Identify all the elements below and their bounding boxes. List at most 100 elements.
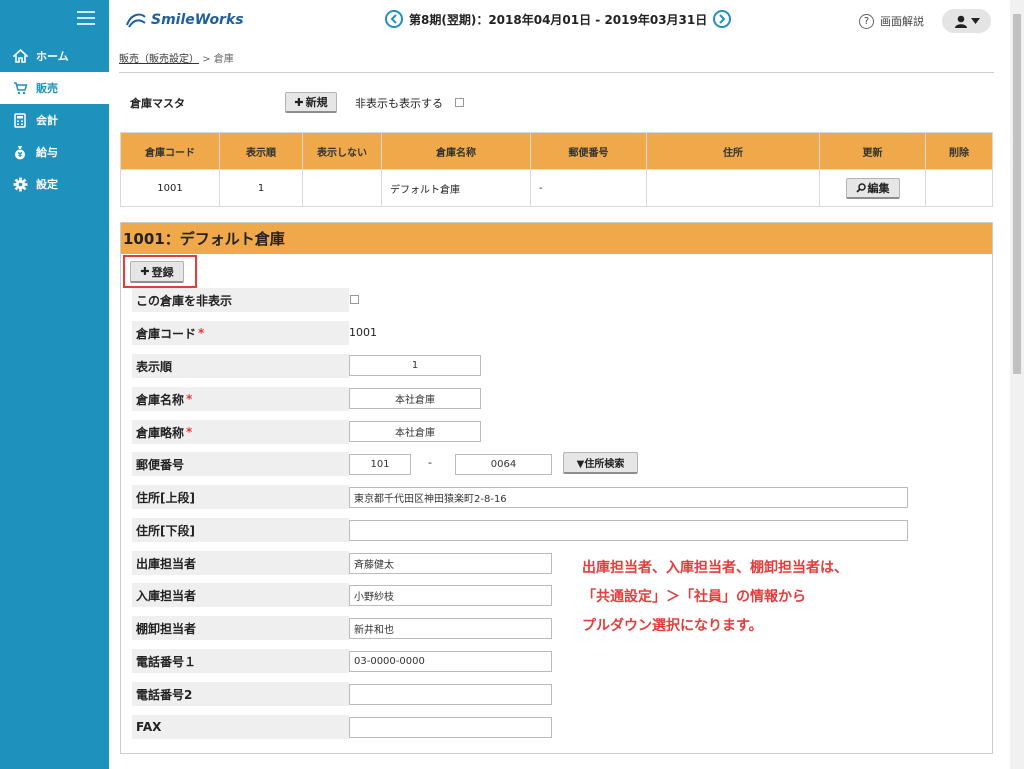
scrollbar-thumb[interactable] — [1013, 14, 1021, 374]
divider — [119, 72, 994, 73]
sidebar: ホーム 販売 会計 ¥ 給与 設定 — [0, 0, 109, 769]
user-menu-button[interactable] — [942, 9, 991, 33]
hamburger-menu-icon[interactable] — [77, 11, 95, 25]
field-label-outbound: 出庫担当者 — [132, 551, 349, 575]
code-value: 1001 — [349, 326, 377, 339]
inbound-staff-select[interactable]: 小野紗枝 — [349, 585, 552, 606]
field-label-order: 表示順 — [132, 354, 349, 378]
address-search-button[interactable]: ▼住所検索 — [563, 452, 638, 474]
annotation-line: 出庫担当者、入庫担当者、棚卸担当者は、 — [582, 560, 848, 576]
postal-code-1-input[interactable]: 101 — [349, 454, 411, 475]
field-label-tel2: 電話番号2 — [132, 682, 349, 706]
logo-text: SmileWorks — [151, 12, 244, 28]
sidebar-item-payroll[interactable]: ¥ 給与 — [0, 136, 109, 168]
help-link[interactable]: ? 画面解説 — [859, 13, 924, 29]
cell-update: 編集 — [819, 169, 926, 207]
phone-1-input[interactable]: 03-0000-0000 — [349, 651, 552, 672]
column-header: 表示しない — [302, 132, 382, 170]
field-label-postal: 郵便番号 — [132, 452, 349, 476]
cell-delete — [925, 169, 993, 207]
help-label: 画面解説 — [880, 15, 924, 28]
edit-button-label: 編集 — [867, 181, 890, 195]
sidebar-item-settings[interactable]: 設定 — [0, 168, 109, 200]
column-header: 倉庫名称 — [381, 132, 531, 170]
postal-separator: - — [428, 456, 432, 469]
outbound-staff-select[interactable]: 斉藤健太 — [349, 553, 552, 574]
table-row[interactable]: 1001 1 デフォルト倉庫 - 編集 — [120, 169, 993, 207]
breadcrumb: 販売（販売設定） > 倉庫 — [119, 50, 234, 65]
home-icon — [12, 48, 28, 64]
show-hidden-label: 非表示も表示する — [355, 96, 443, 110]
sidebar-top — [0, 0, 109, 40]
inventory-staff-select[interactable]: 新井和也 — [349, 618, 552, 639]
cell-order: 1 — [219, 169, 303, 207]
show-hidden-checkbox[interactable] — [455, 98, 464, 107]
prev-period-button[interactable] — [385, 10, 403, 28]
header: SmileWorks 第8期(翌期)：2018年04月01日 - 2019年03… — [109, 0, 1024, 40]
field-label-address-upper: 住所[上段] — [132, 485, 349, 509]
field-label-short: 倉庫略称 * — [132, 420, 349, 444]
scrollbar[interactable] — [1010, 0, 1024, 769]
plus-icon: ✚ — [294, 95, 304, 109]
postal-code-2-input[interactable]: 0064 — [455, 454, 552, 475]
plus-icon: ✚ — [140, 265, 150, 278]
next-period-button[interactable] — [713, 10, 732, 28]
phone-2-input[interactable] — [349, 684, 552, 705]
sidebar-item-accounting[interactable]: 会計 — [0, 104, 109, 136]
field-label-code: 倉庫コード * — [132, 321, 349, 345]
edit-button[interactable]: 編集 — [845, 177, 900, 199]
sidebar-item-sales[interactable]: 販売 — [0, 72, 109, 104]
cell-code: 1001 — [120, 169, 220, 207]
sidebar-item-home[interactable]: ホーム — [0, 40, 109, 72]
hide-warehouse-checkbox[interactable] — [350, 295, 359, 304]
sidebar-item-label: 給与 — [36, 146, 58, 159]
chevron-right-icon — [719, 14, 726, 24]
required-mark: * — [186, 425, 193, 439]
detail-panel: 1001：デフォルト倉庫 ✚ 登録 この倉庫を非表示 倉庫コード * 1001 表… — [120, 222, 993, 754]
sidebar-item-label: 設定 — [36, 178, 58, 191]
cell-hidden — [302, 169, 382, 207]
search-icon — [855, 182, 866, 193]
caret-down-icon — [970, 17, 980, 24]
calculator-icon — [12, 112, 28, 128]
master-title: 倉庫マスタ — [130, 96, 185, 110]
user-icon — [954, 15, 967, 28]
logo[interactable]: SmileWorks — [125, 11, 244, 29]
new-button[interactable]: ✚ 新規 — [285, 92, 337, 113]
master-toolbar: 倉庫マスタ ✚ 新規 非表示も表示する — [130, 92, 464, 113]
annotation-note: 出庫担当者、入庫担当者、棚卸担当者は、 「共通設定」＞「社員」の情報から プルダ… — [582, 554, 848, 641]
column-header: 郵便番号 — [530, 132, 647, 170]
order-input[interactable]: 1 — [349, 355, 481, 376]
breadcrumb-current: 倉庫 — [213, 54, 234, 65]
money-bag-icon: ¥ — [12, 144, 28, 160]
cell-postal: - — [530, 169, 647, 207]
column-header: 表示順 — [219, 132, 303, 170]
address-lower-input[interactable] — [349, 520, 908, 541]
period-label: 第8期(翌期)：2018年04月01日 - 2019年03月31日 — [409, 12, 708, 27]
field-label-fax: FAX — [132, 715, 349, 739]
breadcrumb-separator: > — [202, 54, 211, 65]
field-label-inventory: 棚卸担当者 — [132, 616, 349, 640]
field-label-name: 倉庫名称 * — [132, 387, 349, 411]
detail-title: 1001：デフォルト倉庫 — [121, 223, 992, 254]
fax-input[interactable] — [349, 717, 552, 738]
cart-icon — [12, 80, 28, 96]
name-input[interactable]: 本社倉庫 — [349, 388, 481, 409]
register-button[interactable]: ✚ 登録 — [130, 261, 184, 283]
gear-icon — [12, 176, 28, 192]
column-header: 住所 — [646, 132, 820, 170]
field-label-hide: この倉庫を非表示 — [132, 288, 349, 312]
new-button-label: 新規 — [305, 96, 328, 109]
register-button-label: 登録 — [151, 265, 174, 279]
field-label-address-lower: 住所[下段] — [132, 518, 349, 542]
field-label-inbound: 入庫担当者 — [132, 583, 349, 607]
warehouse-table: 倉庫コード 表示順 表示しない 倉庫名称 郵便番号 住所 更新 削除 1001 … — [120, 132, 993, 207]
sidebar-item-label: ホーム — [36, 50, 69, 63]
table-header-row: 倉庫コード 表示順 表示しない 倉庫名称 郵便番号 住所 更新 削除 — [120, 132, 993, 170]
column-header: 倉庫コード — [120, 132, 220, 170]
short-name-input[interactable]: 本社倉庫 — [349, 421, 481, 442]
breadcrumb-parent-link[interactable]: 販売（販売設定） — [119, 54, 199, 65]
logo-mark-icon — [126, 13, 146, 28]
required-mark: * — [186, 392, 193, 406]
address-upper-input[interactable]: 東京都千代田区神田猿楽町2-8-16 — [349, 487, 908, 508]
